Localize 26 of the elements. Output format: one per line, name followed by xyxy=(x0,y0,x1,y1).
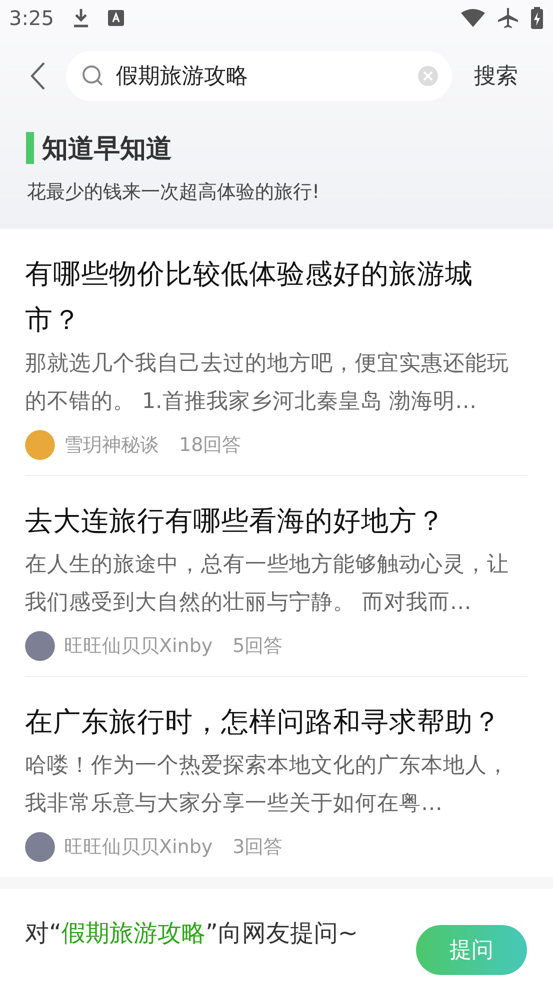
answer-count: 18回答 xyxy=(179,433,242,458)
answer-count: 3回答 xyxy=(232,835,283,860)
answer-count: 5回答 xyxy=(232,634,283,659)
question-title[interactable]: 有哪些物价比较低体验感好的旅游城市？ xyxy=(25,251,513,343)
airplane-icon xyxy=(497,7,519,29)
search-icon xyxy=(82,65,104,87)
author-name: 旺旺仙贝贝Xinby xyxy=(64,835,213,860)
search-button[interactable]: 搜索 xyxy=(474,61,518,91)
keyboard-icon xyxy=(108,10,124,26)
search-field[interactable]: 假期旅游攻略 xyxy=(66,51,452,101)
section-subtitle: 花最少的钱来一次超高体验的旅行! xyxy=(27,180,321,205)
question-title[interactable]: 去大连旅行有哪些看海的好地方？ xyxy=(25,498,513,544)
wifi-icon xyxy=(461,9,485,27)
clock-time: 3:25 xyxy=(9,6,54,30)
accent-bar xyxy=(26,132,34,164)
battery-icon xyxy=(531,7,543,29)
question-title[interactable]: 在广东旅行时，怎样问路和寻求帮助？ xyxy=(25,699,513,745)
download-icon xyxy=(72,8,90,28)
ask-prompt: 对“假期旅游攻略”向网友提问~ xyxy=(25,918,358,949)
author-name: 雪玥神秘谈 xyxy=(64,433,159,458)
author-name: 旺旺仙贝贝Xinby xyxy=(64,634,213,659)
answer-excerpt: 那就选几个我自己去过的地方吧，便宜实惠还能玩的不错的。 1.首推我家乡河北秦皇岛 渤海明… xyxy=(25,350,510,416)
answer-excerpt: 在人生的旅途中，总有一些地方能够触动心灵，让我们感受到大自然的壮丽与宁静。 而对我而… xyxy=(25,551,510,617)
answer-excerpt: 哈喽！作为一个热爱探索本地文化的广东本地人，我非常乐意与大家分享一些关于如何在粤… xyxy=(25,752,510,818)
section-title: 知道早知道 xyxy=(42,132,172,166)
back-icon[interactable] xyxy=(30,62,46,90)
